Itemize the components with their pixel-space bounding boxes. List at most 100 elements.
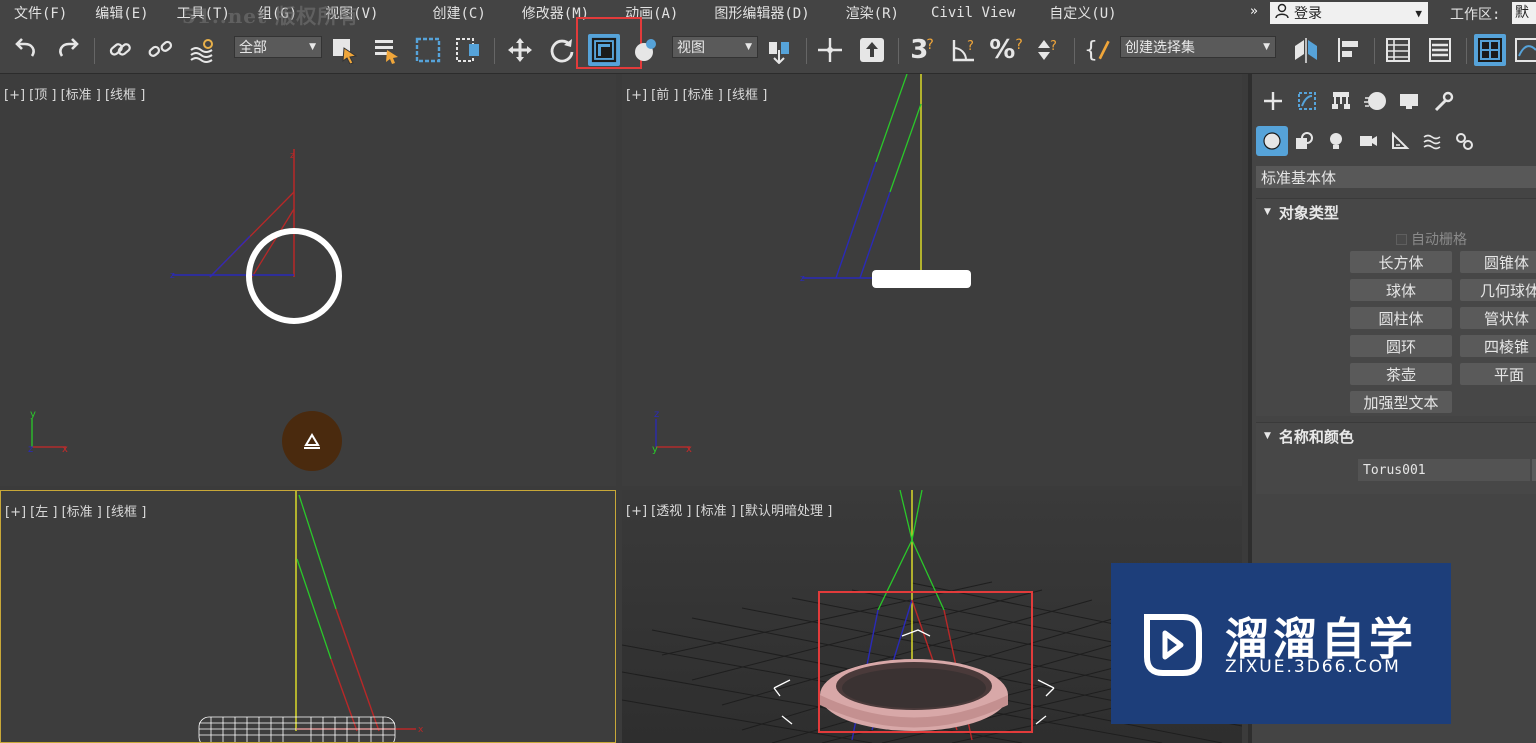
layer-explorer-icon[interactable] bbox=[1382, 34, 1414, 66]
workspace-dropdown[interactable]: 默 bbox=[1512, 2, 1536, 24]
redo-icon[interactable] bbox=[52, 34, 84, 66]
menu-views[interactable]: 视图(V) bbox=[311, 3, 392, 23]
cone-button[interactable]: 圆锥体 bbox=[1460, 251, 1536, 273]
move-icon[interactable] bbox=[504, 34, 536, 66]
edit-named-selection-icon[interactable]: { bbox=[1082, 34, 1114, 66]
torus-shaded bbox=[820, 659, 1008, 731]
viewport-front[interactable]: [+] [前 ] [标准 ] [线框 ] z z y x bbox=[622, 74, 1242, 486]
checkbox-box bbox=[1396, 233, 1407, 245]
cameras-icon[interactable] bbox=[1352, 126, 1384, 156]
menu-create[interactable]: 创建(C) bbox=[392, 3, 499, 23]
helpers-icon[interactable] bbox=[1384, 126, 1416, 156]
zixue-logo: 溜溜自学 ZIXUE.3D66.COM bbox=[1111, 563, 1451, 724]
object-name-input[interactable]: Torus001 bbox=[1358, 459, 1530, 481]
name-color-header[interactable]: ▼ 名称和颜色 bbox=[1256, 423, 1536, 449]
object-type-title: 对象类型 bbox=[1278, 203, 1339, 222]
percent-snap-icon[interactable]: %? bbox=[989, 34, 1023, 66]
pivot-center-icon[interactable] bbox=[764, 34, 796, 66]
autogrid-checkbox[interactable]: 自动栅格 bbox=[1396, 229, 1467, 249]
geosphere-button[interactable]: 几何球体 bbox=[1460, 279, 1536, 301]
snap-3d-icon[interactable]: 3? bbox=[906, 34, 938, 66]
name-color-rollout: ▼ 名称和颜色 Torus001 bbox=[1256, 422, 1536, 494]
teapot-button[interactable]: 茶壶 bbox=[1350, 363, 1452, 385]
collapse-triangle-icon: ▼ bbox=[1264, 431, 1271, 441]
svg-text:?: ? bbox=[1050, 39, 1057, 54]
space-warps-icon[interactable] bbox=[1416, 126, 1448, 156]
menu-file[interactable]: 文件(F) bbox=[0, 3, 81, 23]
reference-coordinate-value: 视图 bbox=[677, 40, 705, 56]
utilities-tab[interactable] bbox=[1426, 84, 1460, 118]
login-dropdown[interactable]: 登录 ▼ bbox=[1270, 2, 1428, 24]
bind-space-warp-icon[interactable] bbox=[186, 34, 218, 66]
box-button[interactable]: 长方体 bbox=[1350, 251, 1452, 273]
menu-group[interactable]: 组(G) bbox=[244, 3, 311, 23]
mountain-icon bbox=[304, 433, 320, 449]
object-type-header[interactable]: ▼ 对象类型 bbox=[1256, 199, 1536, 225]
svg-text:y: y bbox=[30, 409, 36, 420]
menu-overflow-button[interactable]: » bbox=[1250, 4, 1258, 19]
object-type-rollout: ▼ 对象类型 自动栅格 长方体 圆锥体 球体 几何球体 圆柱体 管状体 圆环 四… bbox=[1256, 198, 1536, 416]
select-manipulate-icon[interactable] bbox=[814, 34, 846, 66]
svg-text:z: z bbox=[800, 274, 805, 284]
named-selection-dropdown[interactable]: 创建选择集 ▼ bbox=[1120, 36, 1276, 58]
svg-text:x: x bbox=[418, 725, 424, 735]
keyboard-shortcut-override-icon[interactable] bbox=[856, 34, 888, 66]
spinner-snap-icon[interactable]: ? bbox=[1032, 34, 1064, 66]
pyramid-button[interactable]: 四棱锥 bbox=[1460, 335, 1536, 357]
selection-filter-dropdown[interactable]: 全部 ▼ bbox=[234, 36, 322, 58]
named-selection-value: 创建选择集 bbox=[1125, 40, 1195, 56]
display-tab[interactable] bbox=[1392, 84, 1426, 118]
rotate-icon[interactable] bbox=[546, 34, 578, 66]
modify-tab[interactable] bbox=[1290, 84, 1324, 118]
menu-edit[interactable]: 编辑(E) bbox=[81, 3, 162, 23]
autogrid-label: 自动栅格 bbox=[1411, 232, 1467, 248]
menu-rendering[interactable]: 渲染(R) bbox=[824, 3, 913, 23]
cylinder-button[interactable]: 圆柱体 bbox=[1350, 307, 1452, 329]
select-object-icon[interactable] bbox=[328, 34, 360, 66]
hierarchy-tab[interactable] bbox=[1324, 84, 1358, 118]
menu-civil-view[interactable]: Civil View bbox=[913, 5, 1029, 21]
svg-text:z: z bbox=[28, 444, 33, 455]
torus-button[interactable]: 圆环 bbox=[1350, 335, 1452, 357]
systems-icon[interactable] bbox=[1448, 126, 1480, 156]
category-dropdown[interactable]: 标准基本体 bbox=[1256, 166, 1536, 188]
sphere-button[interactable]: 球体 bbox=[1350, 279, 1452, 301]
object-color-swatch[interactable] bbox=[1532, 459, 1536, 481]
reference-coordinate-dropdown[interactable]: 视图 ▼ bbox=[672, 36, 758, 58]
unlink-icon[interactable] bbox=[144, 34, 176, 66]
tube-button[interactable]: 管状体 bbox=[1460, 307, 1536, 329]
undo-icon[interactable] bbox=[10, 34, 42, 66]
viewport-left[interactable]: [+] [左 ] [标准 ] [线框 ] x bbox=[0, 490, 616, 743]
create-tab[interactable] bbox=[1256, 84, 1290, 118]
place-icon[interactable] bbox=[630, 34, 662, 66]
menu-tools[interactable]: 工具(T) bbox=[163, 3, 244, 23]
name-color-title: 名称和颜色 bbox=[1278, 427, 1354, 446]
link-icon[interactable] bbox=[104, 34, 136, 66]
menu-graph-editors[interactable]: 图形编辑器(D) bbox=[692, 3, 823, 23]
curve-editor-icon[interactable] bbox=[1512, 34, 1536, 66]
3dsmax-window: 文件(F) 编辑(E) 工具(T) 组(G) 视图(V) 创建(C) 修改器(M… bbox=[0, 0, 1536, 743]
logo-url: ZIXUE.3D66.COM bbox=[1225, 657, 1401, 677]
chevron-down-icon: ▼ bbox=[745, 42, 752, 52]
scene-explorer-icon[interactable] bbox=[1474, 34, 1506, 66]
align-icon[interactable] bbox=[1332, 34, 1364, 66]
torus-wireframe bbox=[198, 716, 396, 742]
menu-customize[interactable]: 自定义(U) bbox=[1029, 3, 1130, 23]
motion-tab[interactable] bbox=[1358, 84, 1392, 118]
chevron-down-icon: ▼ bbox=[1263, 42, 1270, 52]
pin-floating-button[interactable] bbox=[282, 411, 342, 471]
window-crossing-icon[interactable] bbox=[452, 34, 484, 66]
geometry-icon[interactable] bbox=[1256, 126, 1288, 156]
textplus-button[interactable]: 加强型文本 bbox=[1350, 391, 1452, 413]
plane-button[interactable]: 平面 bbox=[1460, 363, 1536, 385]
viewport-top[interactable]: [+] [顶 ] [标准 ] [线框 ] z z y z x bbox=[0, 74, 616, 486]
angle-snap-icon[interactable]: ? bbox=[948, 34, 980, 66]
shapes-icon[interactable] bbox=[1288, 126, 1320, 156]
toggle-ribbon-icon[interactable] bbox=[1424, 34, 1456, 66]
chevron-down-icon: ▼ bbox=[309, 42, 316, 52]
rect-selection-region-icon[interactable] bbox=[412, 34, 444, 66]
select-by-name-icon[interactable] bbox=[370, 34, 402, 66]
chevron-down-icon: ▼ bbox=[1415, 6, 1422, 20]
mirror-icon[interactable] bbox=[1290, 34, 1322, 66]
lights-icon[interactable] bbox=[1320, 126, 1352, 156]
